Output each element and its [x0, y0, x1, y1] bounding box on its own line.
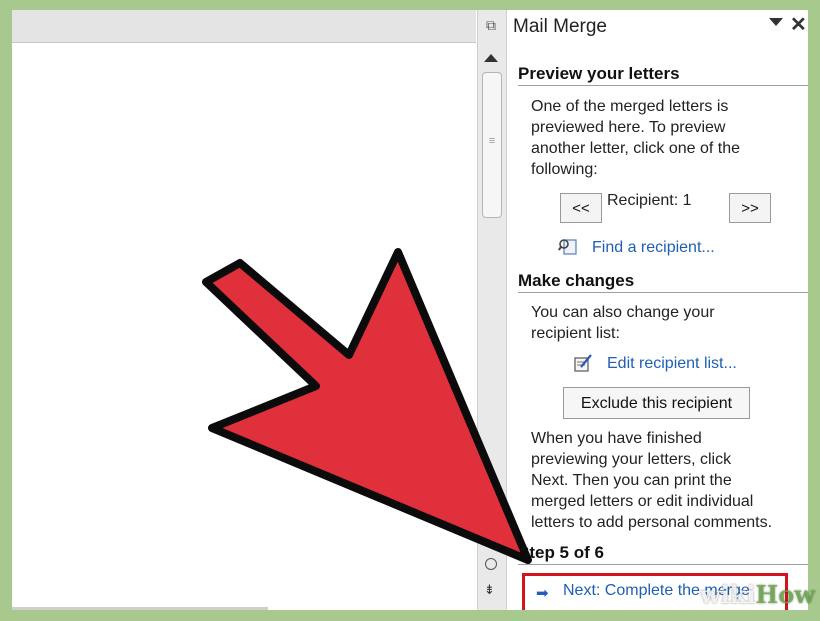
- document-page[interactable]: [12, 43, 476, 610]
- document-ruler-area: [12, 10, 476, 43]
- arrow-right-icon[interactable]: ➡: [536, 584, 549, 602]
- find-recipient-icon[interactable]: [558, 236, 578, 256]
- edit-list-icon[interactable]: [573, 353, 593, 373]
- text-line: One of the merged letters is: [531, 98, 729, 115]
- word-window: ⧉ ≡ ⇟ Mail Merge ✕ Preview your letters …: [12, 10, 808, 610]
- text-line: merged letters or edit individual: [531, 493, 754, 510]
- finish-instructions: When you have finished previewing your l…: [531, 428, 799, 533]
- pane-title: Mail Merge: [513, 16, 607, 37]
- make-changes-heading: Make changes: [518, 271, 635, 290]
- text-line: Next. Then you can print the: [531, 472, 732, 489]
- changes-instructions: You can also change your recipient list:: [531, 302, 799, 344]
- grip-icon: ≡: [488, 135, 496, 147]
- chevron-down-icon[interactable]: [769, 18, 783, 26]
- step-label: Step 5 of 6: [518, 543, 604, 562]
- horizontal-scrollbar[interactable]: [12, 607, 268, 610]
- scrollbar-thumb[interactable]: ≡: [482, 72, 502, 218]
- text-line: previewing your letters, click: [531, 451, 732, 468]
- pane-header: Mail Merge ✕: [507, 10, 808, 46]
- find-recipient-link[interactable]: Find a recipient...: [592, 239, 715, 257]
- mail-merge-pane: Mail Merge ✕ Preview your letters One of…: [507, 10, 808, 610]
- watermark-text-b: How: [755, 580, 815, 609]
- text-line: recipient list:: [531, 325, 620, 342]
- preview-instructions: One of the merged letters is previewed h…: [531, 96, 799, 180]
- text-line: letters to add personal comments.: [531, 514, 773, 531]
- scroll-up-arrow-icon[interactable]: [484, 54, 498, 62]
- next-page-icon[interactable]: ⇟: [484, 582, 495, 598]
- watermark-text: wiki: [700, 580, 756, 609]
- section-divider: [518, 85, 808, 86]
- edit-recipient-list-link[interactable]: Edit recipient list...: [607, 355, 737, 373]
- recipient-counter: Recipient: 1: [607, 192, 692, 209]
- previous-recipient-button[interactable]: <<: [560, 193, 602, 223]
- select-browse-object-icon[interactable]: [485, 558, 497, 570]
- next-recipient-button[interactable]: >>: [729, 193, 771, 223]
- section-divider: [518, 292, 808, 293]
- text-line: another letter, click one of the: [531, 140, 741, 157]
- watermark: wikiHow: [700, 580, 815, 609]
- text-line: You can also change your: [531, 304, 715, 321]
- split-view-icon[interactable]: ⧉: [482, 16, 500, 34]
- preview-heading: Preview your letters: [518, 64, 680, 83]
- exclude-recipient-button[interactable]: Exclude this recipient: [563, 387, 750, 419]
- close-icon[interactable]: ✕: [790, 12, 807, 37]
- section-divider: [518, 564, 808, 565]
- vertical-scrollbar[interactable]: ⧉ ≡ ⇟: [477, 10, 507, 610]
- text-line: When you have finished: [531, 430, 702, 447]
- text-line: previewed here. To preview: [531, 119, 726, 136]
- text-line: following:: [531, 161, 598, 178]
